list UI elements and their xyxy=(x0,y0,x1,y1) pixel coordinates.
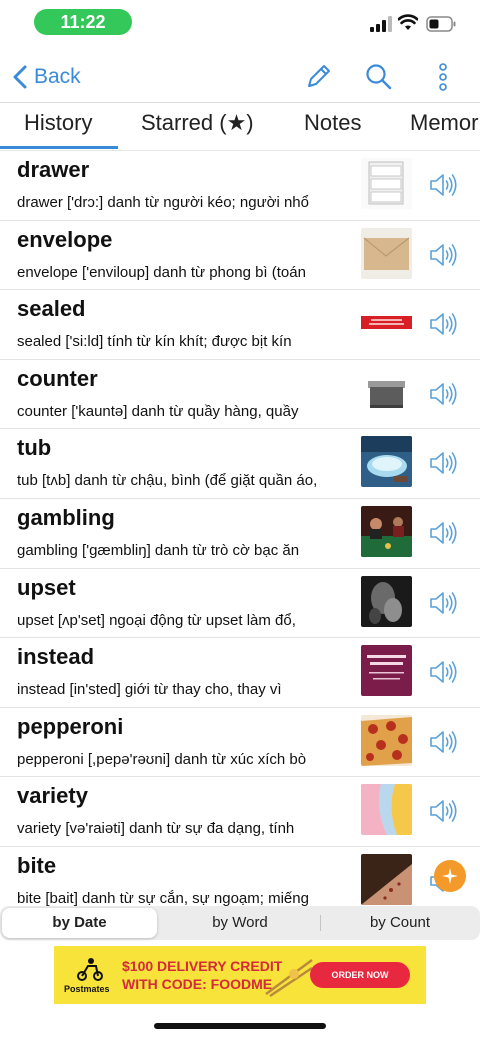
tab-starred[interactable]: Starred (★) xyxy=(141,103,254,149)
entry-word: tub xyxy=(17,435,52,461)
home-indicator xyxy=(154,1023,326,1029)
cellular-signal-icon xyxy=(370,16,392,32)
entry-definition: counter ['kauntə] danh từ quầy hàng, quầ… xyxy=(17,402,299,420)
instead-image xyxy=(361,645,412,697)
list-item[interactable]: sealed sealed ['si:ld] tính từ kín khít;… xyxy=(0,290,480,360)
entry-definition: envelope ['enviloup] danh từ phong bì (t… xyxy=(17,263,306,281)
ad-order-now-button[interactable]: ORDER NOW xyxy=(310,962,410,988)
search-button[interactable] xyxy=(362,60,396,94)
speaker-icon[interactable] xyxy=(426,308,458,340)
ad-headline: $100 DELIVERY CREDIT WITH CODE: FOODME xyxy=(122,957,282,993)
entry-definition: sealed ['si:ld] tính từ kín khít; được b… xyxy=(17,333,292,351)
list-item[interactable]: pepperoni pepperoni [,pepə'rəʊni] danh t… xyxy=(0,708,480,778)
list-item[interactable]: counter counter ['kauntə] danh từ quầy h… xyxy=(0,360,480,430)
more-vertical-icon xyxy=(439,63,447,91)
entry-word: gambling xyxy=(17,504,115,530)
entry-word: variety xyxy=(17,783,88,809)
list-item[interactable]: bite bite [bait] danh từ sự cắn, sự ngoạ… xyxy=(0,847,480,906)
chevron-left-icon xyxy=(13,65,27,89)
tab-history[interactable]: History xyxy=(24,103,92,149)
list-item[interactable]: drawer drawer ['drɔ:] danh từ người kéo;… xyxy=(0,151,480,221)
list-item[interactable]: instead instead [in'sted] giới từ thay c… xyxy=(0,638,480,708)
bite-image xyxy=(361,853,412,905)
battery-icon xyxy=(426,16,456,32)
navigation-bar: Back xyxy=(0,54,480,100)
counter-image xyxy=(361,366,412,418)
tub-image xyxy=(361,436,412,488)
segment-divider xyxy=(320,915,321,931)
drawer-image xyxy=(361,158,412,209)
entry-word: upset xyxy=(17,574,76,600)
sort-segmented-control: by Date by Word by Count xyxy=(0,906,480,940)
speaker-icon[interactable] xyxy=(426,169,458,201)
ad-headline-line-2: WITH CODE: FOODME xyxy=(122,976,273,992)
back-button[interactable]: Back xyxy=(12,60,81,94)
sparkle-icon xyxy=(442,868,458,884)
speaker-icon[interactable] xyxy=(426,656,458,688)
entry-definition: upset [ʌp'set] ngoại động từ upset làm đ… xyxy=(17,611,296,629)
speaker-icon[interactable] xyxy=(426,726,458,758)
sort-by-word[interactable]: by Word xyxy=(162,908,318,938)
tab-memory[interactable]: Memor xyxy=(410,103,478,149)
pepperoni-image xyxy=(361,714,412,766)
entry-definition: variety [və'raiəti] danh từ sự đa dạng, … xyxy=(17,820,295,838)
history-list: drawer drawer ['drɔ:] danh từ người kéo;… xyxy=(0,150,480,906)
list-item[interactable]: variety variety [və'raiəti] danh từ sự đ… xyxy=(0,777,480,847)
speaker-icon[interactable] xyxy=(426,447,458,479)
speaker-icon[interactable] xyxy=(426,378,458,410)
entry-definition: instead [in'sted] giới từ thay cho, thay… xyxy=(17,681,282,699)
list-item[interactable]: envelope envelope ['enviloup] danh từ ph… xyxy=(0,221,480,291)
speaker-icon[interactable] xyxy=(426,239,458,271)
speaker-icon[interactable] xyxy=(426,795,458,827)
entry-definition: bite [bait] danh từ sự cắn, sự ngoạm; mi… xyxy=(17,889,309,906)
pencil-icon xyxy=(308,65,330,87)
entry-word: counter xyxy=(17,365,98,391)
status-bar: 11:22 xyxy=(0,0,480,48)
list-item[interactable]: tub tub [tʌb] danh từ chậu, bình (để giặ… xyxy=(0,429,480,499)
entry-word: pepperoni xyxy=(17,713,124,739)
variety-image xyxy=(361,784,412,836)
envelope-image xyxy=(361,227,412,279)
ad-headline-line-1: $100 DELIVERY CREDIT xyxy=(122,958,283,974)
entry-word: sealed xyxy=(17,296,86,322)
active-tab-indicator xyxy=(0,146,118,149)
entry-word: drawer xyxy=(17,157,90,182)
tab-notes[interactable]: Notes xyxy=(304,103,361,149)
tab-bar: History Starred (★) Notes Memor xyxy=(0,102,480,150)
speaker-icon[interactable] xyxy=(426,517,458,549)
entry-definition: pepperoni [,pepə'rəʊni] danh từ xúc xích… xyxy=(17,750,307,768)
entry-word: envelope xyxy=(17,226,113,252)
entry-definition: drawer ['drɔ:] danh từ người kéo; người … xyxy=(17,194,309,211)
back-label: Back xyxy=(34,65,81,88)
ad-banner[interactable]: Postmates $100 DELIVERY CREDIT WITH CODE… xyxy=(54,946,426,1004)
status-time: 11:22 xyxy=(34,9,132,35)
ad-brand: Postmates xyxy=(64,984,110,994)
sealed-image xyxy=(361,297,412,349)
floating-action-button[interactable] xyxy=(434,860,466,892)
list-item[interactable]: upset upset [ʌp'set] ngoại động từ upset… xyxy=(0,569,480,639)
entry-definition: gambling ['gæmbliŋ] danh từ trò cờ bạc ă… xyxy=(17,541,300,559)
list-item[interactable]: gambling gambling ['gæmbliŋ] danh từ trò… xyxy=(0,499,480,569)
entry-word: bite xyxy=(17,852,57,878)
search-icon xyxy=(366,64,392,90)
scooter-icon xyxy=(77,958,103,981)
entry-definition: tub [tʌb] danh từ chậu, bình (để giặt qu… xyxy=(17,472,318,490)
sort-by-count[interactable]: by Count xyxy=(322,908,478,938)
entry-word: instead xyxy=(17,644,95,670)
chopsticks-icon xyxy=(265,958,313,998)
upset-image xyxy=(361,575,412,627)
wifi-icon xyxy=(398,14,418,30)
edit-button[interactable] xyxy=(301,60,335,94)
more-button[interactable] xyxy=(426,60,460,94)
sort-by-date[interactable]: by Date xyxy=(2,908,157,938)
speaker-icon[interactable] xyxy=(426,587,458,619)
gambling-image xyxy=(361,505,412,557)
